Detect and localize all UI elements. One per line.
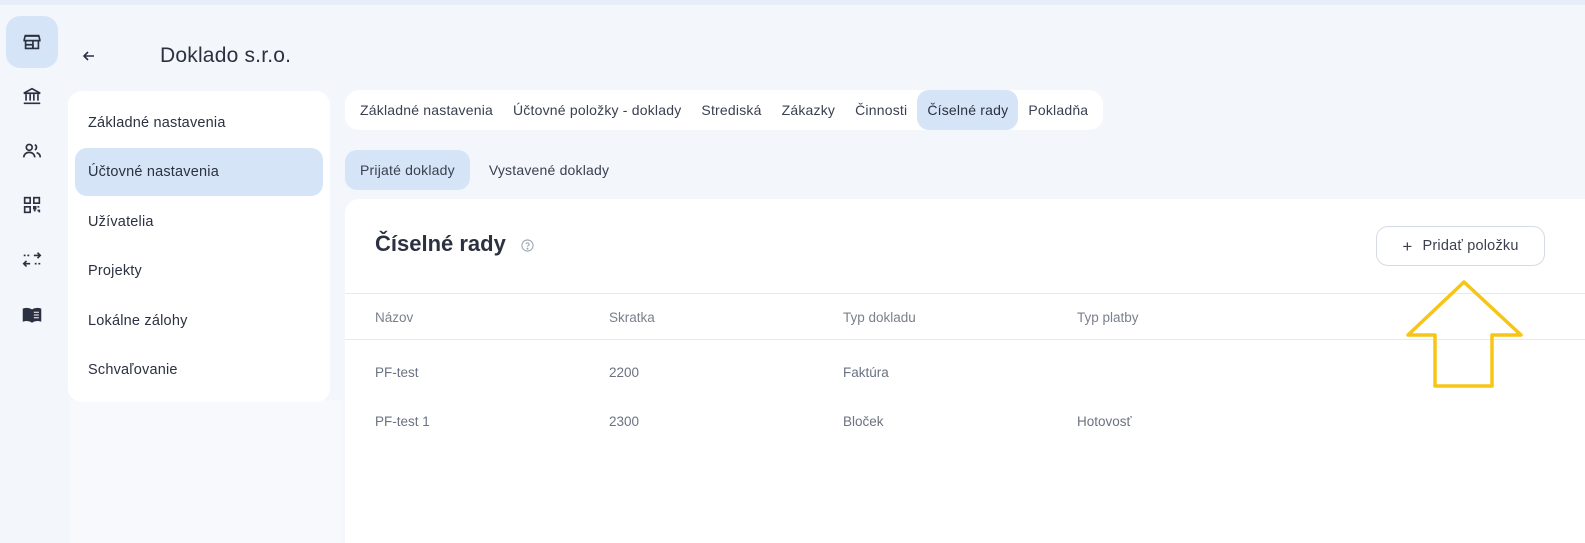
rail-store-button[interactable] xyxy=(6,16,58,68)
sidebar-item-label: Schvaľovanie xyxy=(88,362,178,378)
sidebar-item-uzivatelia[interactable]: Užívatelia xyxy=(75,198,323,246)
cell-typ-dokladu: Faktúra xyxy=(843,365,889,380)
tab-zakladne-nastavenia[interactable]: Základné nastavenia xyxy=(350,90,503,130)
help-icon[interactable] xyxy=(521,239,534,252)
cell-nazov: PF-test xyxy=(375,365,419,380)
organization-title: Doklado s.r.o. xyxy=(160,44,292,67)
sidebar-background xyxy=(70,400,342,543)
header-divider xyxy=(345,293,1585,294)
sidebar-item-projekty[interactable]: Projekty xyxy=(75,247,323,295)
top-strip xyxy=(0,0,1585,5)
settings-sidebar: Základné nastavenia Účtovné nastavenia U… xyxy=(68,91,330,402)
sidebar-item-label: Účtovné nastavenia xyxy=(88,164,219,180)
document-type-tabs: Prijaté doklady Vystavené doklady xyxy=(345,150,624,190)
column-header-typ-dokladu[interactable]: Typ dokladu xyxy=(843,310,916,325)
tab-pokladna[interactable]: Pokladňa xyxy=(1018,90,1098,130)
store-icon xyxy=(23,34,41,50)
column-header-nazov[interactable]: Názov xyxy=(375,310,413,325)
tab-prijate-doklady[interactable]: Prijaté doklady xyxy=(345,150,470,190)
qr-code-icon xyxy=(23,196,41,214)
book-icon xyxy=(22,307,42,323)
column-header-typ-platby[interactable]: Typ platby xyxy=(1077,310,1139,325)
table-header-divider xyxy=(345,339,1585,340)
add-item-button[interactable]: + Pridať položku xyxy=(1376,226,1545,266)
plus-icon: + xyxy=(1402,236,1413,256)
highlight-arrow-icon xyxy=(1406,280,1523,388)
sidebar-item-schvalovanie[interactable]: Schvaľovanie xyxy=(75,346,323,394)
sidebar-item-lokalne-zalohy[interactable]: Lokálne zálohy xyxy=(75,297,323,345)
sidebar-item-label: Základné nastavenia xyxy=(88,115,226,131)
bank-icon xyxy=(23,87,41,105)
cell-skratka: 2200 xyxy=(609,365,640,380)
tab-strediska[interactable]: Strediská xyxy=(691,90,771,130)
rail-book-button[interactable] xyxy=(6,289,58,341)
add-item-label: Pridať položku xyxy=(1422,238,1519,254)
tab-ciselne-rady[interactable]: Číselné rady xyxy=(917,90,1019,130)
sidebar-item-label: Projekty xyxy=(88,263,142,279)
sidebar-item-zakladne-nastavenia[interactable]: Základné nastavenia xyxy=(75,99,323,147)
tab-uctovne-polozky[interactable]: Účtovné položky - doklady xyxy=(503,90,691,130)
tab-vystavene-doklady[interactable]: Vystavené doklady xyxy=(474,150,624,190)
rail-bank-button[interactable] xyxy=(6,70,58,122)
transfer-icon xyxy=(22,252,42,268)
cell-typ-dokladu: Bloček xyxy=(843,414,884,429)
sidebar-item-label: Užívatelia xyxy=(88,214,154,230)
rail-qr-button[interactable] xyxy=(6,179,58,231)
rail-users-button[interactable] xyxy=(6,125,58,177)
tab-cinnosti[interactable]: Činnosti xyxy=(845,90,917,130)
number-series-panel: Číselné rady + Pridať položku Názov Skra… xyxy=(345,199,1585,543)
sidebar-item-uctovne-nastavenia[interactable]: Účtovné nastavenia xyxy=(75,148,323,196)
rail-transfer-button[interactable] xyxy=(6,234,58,286)
users-icon xyxy=(22,143,42,158)
cell-skratka: 2300 xyxy=(609,414,640,429)
column-header-skratka[interactable]: Skratka xyxy=(609,310,655,325)
settings-tabs: Základné nastavenia Účtovné položky - do… xyxy=(345,90,1104,130)
cell-typ-platby: Hotovosť xyxy=(1077,414,1132,429)
sidebar-item-label: Lokálne zálohy xyxy=(88,313,188,329)
section-title: Číselné rady xyxy=(375,231,506,256)
back-arrow-icon[interactable] xyxy=(80,47,98,65)
tab-zakazky[interactable]: Zákazky xyxy=(772,90,846,130)
icon-rail xyxy=(0,5,64,543)
cell-nazov: PF-test 1 xyxy=(375,414,430,429)
